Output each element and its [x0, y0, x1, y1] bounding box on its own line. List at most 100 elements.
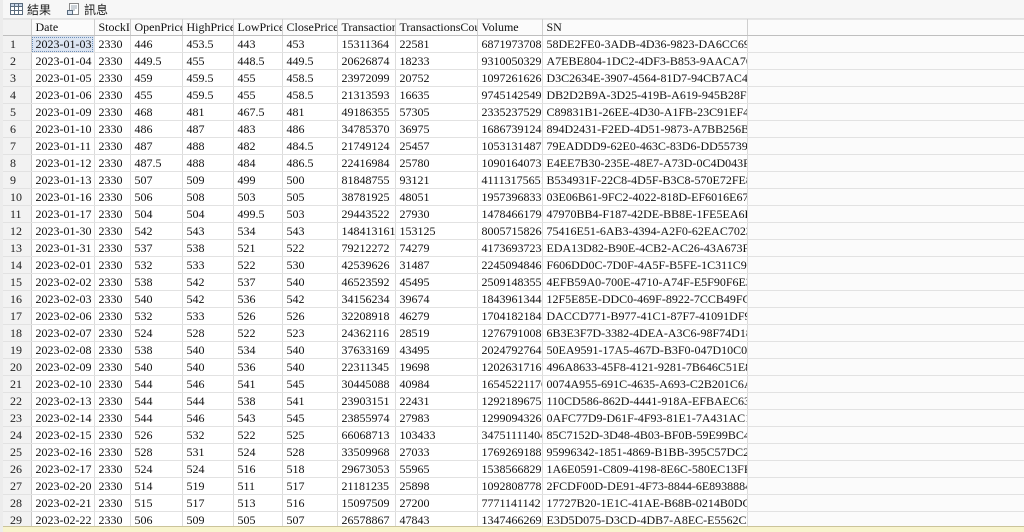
grid-cell[interactable]: 12767910080 — [477, 324, 543, 342]
grid-cell[interactable]: 34785370 — [337, 120, 396, 138]
row-header[interactable]: 1 — [3, 35, 32, 53]
grid-cell[interactable]: 542 — [282, 290, 338, 308]
grid-cell[interactable]: F606DD0C-7D0F-4A5F-B5FE-1C311C99E524 — [542, 256, 748, 274]
grid-cell[interactable]: 488 — [182, 137, 234, 155]
grid-cell[interactable]: 517 — [182, 494, 234, 512]
grid-cell[interactable]: 2023-02-16 — [31, 443, 95, 461]
grid-cell[interactable]: E4EE7B30-235E-48E7-A73D-0C4D043FD57A — [542, 154, 748, 172]
grid-cell[interactable]: 488 — [182, 154, 234, 172]
grid-cell[interactable]: 528 — [182, 324, 234, 342]
grid-cell[interactable]: 544 — [182, 392, 234, 410]
grid-cell[interactable]: 481 — [282, 103, 338, 121]
grid-cell[interactable]: 500 — [282, 171, 338, 189]
column-header-closeprice[interactable]: ClosePrice — [282, 19, 338, 36]
grid-cell[interactable]: 29673053 — [337, 460, 396, 478]
grid-cell[interactable]: 2023-01-06 — [31, 86, 95, 104]
row-header[interactable]: 15 — [3, 273, 32, 291]
grid-cell[interactable]: 103433 — [395, 426, 478, 444]
grid-cell[interactable]: 458.5 — [282, 86, 338, 104]
grid-cell[interactable]: 2330 — [94, 409, 131, 427]
grid-cell[interactable]: 526 — [130, 426, 183, 444]
grid-cell[interactable]: 20247927642 — [477, 341, 543, 359]
grid-cell[interactable]: 2330 — [94, 171, 131, 189]
row-header[interactable]: 25 — [3, 443, 32, 461]
row-header[interactable]: 12 — [3, 222, 32, 240]
grid-cell[interactable]: 459 — [130, 69, 183, 87]
grid-cell[interactable]: 48051 — [395, 188, 478, 206]
grid-cell[interactable]: 2330 — [94, 460, 131, 478]
grid-cell[interactable]: 66068713 — [337, 426, 396, 444]
grid-cell[interactable]: 153125 — [395, 222, 478, 240]
grid-cell[interactable]: 25780 — [395, 154, 478, 172]
grid-cell[interactable]: 532 — [130, 307, 183, 325]
grid-cell[interactable]: 2023-01-13 — [31, 171, 95, 189]
grid-cell[interactable]: 46523592 — [337, 273, 396, 291]
grid-cell[interactable]: 19573968332 — [477, 188, 543, 206]
grid-cell[interactable]: 10531314878 — [477, 137, 543, 155]
grid-cell[interactable]: 2330 — [94, 69, 131, 87]
grid-cell[interactable]: 17041821849 — [477, 307, 543, 325]
grid-cell[interactable]: 499 — [233, 171, 283, 189]
grid-cell[interactable]: 486.5 — [282, 154, 338, 172]
grid-cell[interactable]: 534 — [233, 222, 283, 240]
grid-cell[interactable]: 40984 — [395, 375, 478, 393]
grid-cell[interactable]: 544 — [130, 375, 183, 393]
grid-cell[interactable]: 487 — [182, 120, 234, 138]
grid-cell[interactable]: 33509968 — [337, 443, 396, 461]
grid-cell[interactable]: 486 — [282, 120, 338, 138]
grid-cell[interactable]: 19698 — [395, 358, 478, 376]
grid-cell[interactable]: 483 — [233, 120, 283, 138]
grid-cell[interactable]: 526 — [282, 307, 338, 325]
grid-cell[interactable]: 79EADDD9-62E0-463C-83D6-DD5573911002 — [542, 137, 748, 155]
grid-cell[interactable]: 2330 — [94, 443, 131, 461]
row-header[interactable]: 14 — [3, 256, 32, 274]
grid-cell[interactable]: 459.5 — [182, 86, 234, 104]
grid-cell[interactable]: 503 — [233, 188, 283, 206]
grid-cell[interactable]: 496A8633-45F8-4121-9281-7B646C51E8BB — [542, 358, 748, 376]
row-header[interactable]: 20 — [3, 358, 32, 376]
grid-cell[interactable]: 468 — [130, 103, 183, 121]
grid-cell[interactable]: 538 — [130, 273, 183, 291]
grid-cell[interactable]: 46279 — [395, 307, 478, 325]
grid-cell[interactable]: 523 — [282, 324, 338, 342]
grid-cell[interactable]: 532 — [182, 426, 234, 444]
grid-cell[interactable]: D3C2634E-3907-4564-81D7-94CB7AC48FAE — [542, 69, 748, 87]
row-header[interactable]: 26 — [3, 460, 32, 478]
grid-cell[interactable]: 467.5 — [233, 103, 283, 121]
grid-cell[interactable]: 2330 — [94, 290, 131, 308]
grid-cell[interactable]: 2330 — [94, 324, 131, 342]
grid-cell[interactable]: 530 — [282, 256, 338, 274]
grid-cell[interactable]: 0AFC77D9-D61F-4F93-81E1-7A431AC16258 — [542, 409, 748, 427]
grid-cell[interactable]: 2023-01-30 — [31, 222, 95, 240]
grid-cell[interactable]: 453 — [282, 35, 338, 53]
grid-cell[interactable]: 455 — [233, 86, 283, 104]
grid-cell[interactable]: 533 — [182, 256, 234, 274]
grid-cell[interactable]: 528 — [130, 443, 183, 461]
grid-cell[interactable]: 541 — [233, 375, 283, 393]
grid-cell[interactable]: 20752 — [395, 69, 478, 87]
grid-cell[interactable]: 36975 — [395, 120, 478, 138]
grid-cell[interactable]: 29443522 — [337, 205, 396, 223]
grid-cell[interactable]: 15311364 — [337, 35, 396, 53]
grid-cell[interactable]: 2330 — [94, 256, 131, 274]
grid-cell[interactable]: 22311345 — [337, 358, 396, 376]
grid-cell[interactable]: 526 — [233, 307, 283, 325]
grid-cell[interactable]: 515 — [130, 494, 183, 512]
row-header[interactable]: 9 — [3, 171, 32, 189]
row-header[interactable]: 24 — [3, 426, 32, 444]
grid-cell[interactable]: 2023-02-15 — [31, 426, 95, 444]
grid-cell[interactable]: 148413161 — [337, 222, 396, 240]
grid-cell[interactable]: 481 — [182, 103, 234, 121]
grid-cell[interactable]: 522 — [233, 256, 283, 274]
grid-cell[interactable]: 2023-01-05 — [31, 69, 95, 87]
grid-cell[interactable]: 23855974 — [337, 409, 396, 427]
grid-cell[interactable]: 514 — [130, 477, 183, 495]
column-header-sn[interactable]: SN — [542, 19, 748, 36]
grid-cell[interactable]: 2330 — [94, 35, 131, 53]
grid-cell[interactable]: 10972616269 — [477, 69, 543, 87]
grid-cell[interactable]: 2330 — [94, 222, 131, 240]
grid-cell[interactable]: 2330 — [94, 188, 131, 206]
row-header[interactable]: 11 — [3, 205, 32, 223]
row-header[interactable]: 7 — [3, 137, 32, 155]
grid-cell[interactable]: 509 — [182, 171, 234, 189]
